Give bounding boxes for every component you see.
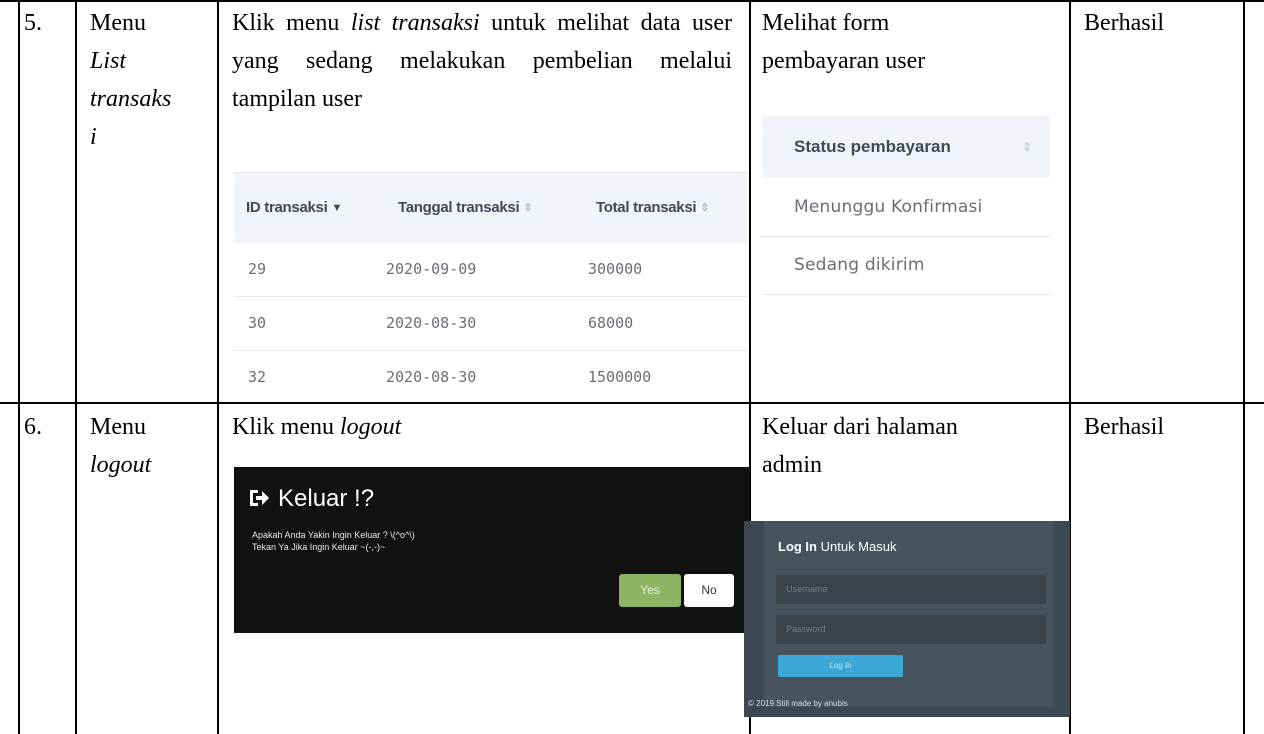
expected-text: Melihat form <box>762 10 890 36</box>
password-field[interactable]: Password <box>776 615 1046 644</box>
dialog-title: Keluar !? <box>248 481 374 517</box>
step-text: Klik menu <box>232 10 351 36</box>
yes-button[interactable]: Yes <box>619 574 681 607</box>
table-row[interactable]: 32 2020-08-30 1500000 <box>234 350 748 402</box>
cell-total: 1500000 <box>588 368 652 386</box>
table-row[interactable]: Sedang dikirim <box>762 236 1050 295</box>
cell-id: 32 <box>248 368 267 386</box>
status-cell: Sedang dikirim <box>794 255 925 275</box>
test-results-document: 5. Menu List transaks i Klik menu list t… <box>0 0 1264 734</box>
cell-date: 2020-09-09 <box>386 260 477 278</box>
login-footer: © 2019 Still made by anubis <box>748 699 848 708</box>
column-header-date[interactable]: Tanggal transaksi ⇕ <box>398 173 533 243</box>
step-text-italic: list transaksi <box>350 10 480 36</box>
menu-label: List <box>90 48 127 74</box>
sort-icon: ⇕ <box>523 202 533 215</box>
table-header: ID transaksi ▼ Tanggal transaksi ⇕ Total t… <box>234 172 748 243</box>
column-header-total[interactable]: Total transaksi ⇕ <box>596 173 709 243</box>
sort-icon: ⇕ <box>1022 140 1033 154</box>
table-header: Status pembayaran ⇕ <box>762 116 1050 178</box>
username-placeholder: Username <box>786 584 828 594</box>
dialog-message: Apakah Anda Yakin Ingin Keluar ? \(^o^\) <box>252 530 415 540</box>
result-status: Berhasil <box>1084 10 1164 36</box>
menu-label: logout <box>90 452 152 478</box>
table-border-left <box>18 0 20 734</box>
username-field[interactable]: Username <box>776 575 1046 604</box>
logout-icon <box>250 490 269 506</box>
row-number: 6. <box>24 414 42 440</box>
dialog-title-text: Keluar !? <box>278 485 375 512</box>
row-divider <box>0 402 1264 404</box>
login-button[interactable]: Log In <box>778 655 903 677</box>
column-divider <box>75 0 77 734</box>
sort-desc-icon: ▼ <box>331 202 343 215</box>
sort-icon: ⇕ <box>700 202 710 215</box>
cell-id: 30 <box>248 314 267 332</box>
table-border-top <box>0 0 1264 2</box>
menu-name-cell: Menu logout <box>90 408 151 484</box>
cell-total: 300000 <box>588 260 643 278</box>
table-row[interactable]: 29 2020-09-09 300000 <box>234 242 748 297</box>
status-cell: Menunggu Konfirmasi <box>794 197 983 217</box>
no-button[interactable]: No <box>684 574 734 607</box>
menu-name-cell: Menu List transaks i <box>90 4 171 156</box>
cell-id: 29 <box>248 260 267 278</box>
expected-text: Keluar dari halaman <box>762 414 958 440</box>
result-status: Berhasil <box>1084 414 1164 440</box>
dialog-message: Tekan Ya Jika Ingin Keluar ~(-,-)~ <box>252 542 386 552</box>
login-title-bold: Log In <box>778 539 817 554</box>
expected-text: pembayaran user <box>762 48 926 74</box>
cell-date: 2020-08-30 <box>386 314 477 332</box>
login-page-screenshot: Log In Untuk Masuk Username Password Log… <box>744 521 1070 717</box>
column-header-id[interactable]: ID transaksi ▼ <box>246 173 342 243</box>
column-header-status[interactable]: Status pembayaran <box>794 116 951 178</box>
expected-result-cell: Keluar dari halaman admin <box>762 408 958 484</box>
test-step-description: Klik menu logout <box>232 408 401 446</box>
expected-result-cell: Melihat form pembayaran user <box>762 4 925 80</box>
step-text-italic: logout <box>340 414 402 440</box>
row-number: 5. <box>24 10 42 36</box>
cell-date: 2020-08-30 <box>386 368 477 386</box>
password-placeholder: Password <box>786 624 826 634</box>
logout-dialog-screenshot: Keluar !? Apakah Anda Yakin Ingin Keluar… <box>234 467 750 633</box>
login-title: Log In Untuk Masuk <box>778 539 896 554</box>
menu-label: Menu <box>90 10 146 36</box>
test-step-description: Klik menu list transaksi untuk melihat d… <box>232 4 732 118</box>
menu-label: Menu <box>90 414 146 440</box>
expected-text: admin <box>762 452 822 478</box>
menu-label: i <box>90 124 97 150</box>
table-row[interactable]: Menunggu Konfirmasi <box>762 178 1050 237</box>
column-divider <box>217 0 219 734</box>
payment-status-screenshot: Status pembayaran ⇕ Menunggu Konfirmasi … <box>762 116 1050 306</box>
table-row[interactable]: 30 2020-08-30 68000 <box>234 296 748 351</box>
step-text: Klik menu <box>232 414 340 440</box>
menu-label: transaks <box>90 86 172 112</box>
table-border-right <box>1243 0 1245 734</box>
cell-total: 68000 <box>588 314 634 332</box>
transaction-list-screenshot: ID transaksi ▼ Tanggal transaksi ⇕ Total t… <box>234 172 748 402</box>
login-title-rest: Untuk Masuk <box>817 539 897 554</box>
